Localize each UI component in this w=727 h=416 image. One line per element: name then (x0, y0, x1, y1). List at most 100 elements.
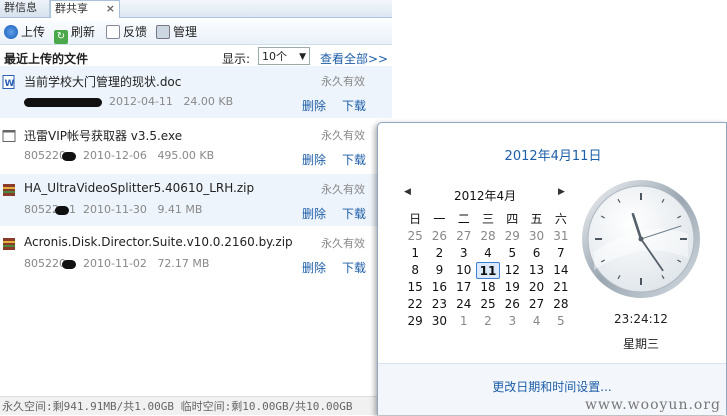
watermark: www.wooyun.org (584, 397, 721, 413)
calendar-day[interactable]: 17 (452, 279, 476, 296)
calendar-day[interactable]: 10 (452, 262, 476, 279)
full-date-link[interactable]: 2012年4月11日 (378, 145, 727, 164)
file-uploader: 80522 (24, 203, 59, 216)
file-status: 永久有效 (321, 129, 365, 142)
file-name[interactable]: 迅雷VIP帐号获取器 v3.5.exe (24, 127, 182, 144)
file-uploader: 805220 (24, 149, 66, 162)
manage-button[interactable]: 管理 (156, 22, 197, 42)
file-date: 2012-04-11 (109, 95, 173, 108)
calendar-day[interactable]: 24 (452, 296, 476, 313)
calendar-week-row: 25 26 27 28 29 30 31 (403, 228, 573, 245)
file-status: 永久有效 (321, 237, 365, 250)
feedback-button[interactable]: 反馈 (106, 22, 147, 42)
calendar-day[interactable]: 5 (549, 313, 573, 330)
calendar-day[interactable]: 2 (476, 313, 500, 330)
calendar-day[interactable]: 30 (427, 313, 451, 330)
calendar-day[interactable]: 27 (452, 228, 476, 245)
calendar-week-row: 8 9 10 11 12 13 14 (403, 262, 573, 279)
redaction-mark (55, 205, 69, 215)
refresh-button[interactable]: ↻ 刷新 (54, 22, 95, 44)
delete-link[interactable]: 删除 (302, 151, 326, 168)
calendar-day[interactable]: 12 (500, 262, 524, 279)
calendar-day[interactable]: 18 (476, 279, 500, 296)
download-link[interactable]: 下载 (342, 97, 366, 114)
file-row[interactable]: W 当前学校大门管理的现状.doc 永久有效 2012-04-11 24.00 … (0, 66, 392, 118)
calendar-day[interactable]: 26 (427, 228, 451, 245)
change-datetime-settings-link[interactable]: 更改日期和时间设置... (378, 378, 726, 395)
calendar-day-today[interactable]: 11 (475, 262, 501, 279)
view-all-link[interactable]: 查看全部>> (320, 50, 388, 67)
file-uploader-suffix: 1 (69, 203, 76, 216)
calendar-day[interactable]: 1 (403, 245, 427, 262)
refresh-icon: ↻ (54, 30, 68, 44)
tab-group-info[interactable]: 群信息 (0, 0, 50, 17)
calendar-day[interactable]: 28 (549, 296, 573, 313)
calendar-week-row: 29 30 1 2 3 4 5 (403, 313, 573, 330)
calendar-day[interactable]: 26 (500, 296, 524, 313)
delete-link[interactable]: 删除 (302, 205, 326, 222)
display-count-select[interactable]: 10个 ▼ (258, 47, 310, 65)
tab-bar: 群信息 群共享 × (0, 0, 392, 18)
file-date: 2010-12-06 (83, 149, 147, 162)
calendar-day[interactable]: 25 (476, 296, 500, 313)
next-month-icon[interactable]: ▶ (558, 187, 565, 197)
calendar-day[interactable]: 29 (403, 313, 427, 330)
calendar-day[interactable]: 19 (500, 279, 524, 296)
delete-link[interactable]: 删除 (302, 259, 326, 276)
close-icon[interactable]: × (106, 1, 115, 17)
calendar-day[interactable]: 29 (500, 228, 524, 245)
month-label[interactable]: 2012年4月 (454, 187, 516, 204)
delete-link[interactable]: 删除 (302, 97, 326, 114)
doc-file-icon: W (2, 75, 15, 89)
analog-clock (582, 180, 700, 298)
file-name[interactable]: HA_UltraVideoSplitter5.40610_LRH.zip (24, 181, 254, 195)
calendar-day[interactable]: 8 (403, 262, 427, 279)
download-link[interactable]: 下载 (342, 151, 366, 168)
file-row[interactable]: HA_UltraVideoSplitter5.40610_LRH.zip 永久有… (0, 174, 392, 226)
calendar-day[interactable]: 9 (427, 262, 451, 279)
calendar-week-row: 1234567 (403, 245, 573, 262)
calendar-day[interactable]: 1 (452, 313, 476, 330)
chevron-down-icon: ▼ (299, 52, 306, 62)
calendar-day[interactable]: 4 (524, 313, 548, 330)
calendar-day[interactable]: 20 (524, 279, 548, 296)
upload-button[interactable]: 上传 (4, 22, 45, 42)
file-name[interactable]: Acronis.Disk.Director.Suite.v10.0.2160.b… (24, 235, 293, 249)
file-row[interactable]: Acronis.Disk.Director.Suite.v10.0.2160.b… (0, 228, 392, 280)
file-row[interactable]: 迅雷VIP帐号获取器 v3.5.exe 永久有效 805220 2010-12-… (0, 120, 392, 172)
calendar-day[interactable]: 6 (524, 245, 548, 262)
calendar-day[interactable]: 27 (524, 296, 548, 313)
calendar-day[interactable]: 16 (427, 279, 451, 296)
section-title: 最近上传的文件 (4, 52, 89, 66)
calendar-day[interactable]: 14 (549, 262, 573, 279)
calendar-day[interactable]: 13 (524, 262, 548, 279)
calendar-day[interactable]: 7 (549, 245, 573, 262)
calendar-day[interactable]: 4 (476, 245, 500, 262)
weekday-label: 五 (530, 212, 543, 226)
toolbar: 上传 ↻ 刷新 反馈 管理 (0, 20, 392, 45)
tab-group-share[interactable]: 群共享 × (50, 0, 120, 18)
calendar-day[interactable]: 3 (500, 313, 524, 330)
calendar-day[interactable]: 25 (403, 228, 427, 245)
calendar-day[interactable]: 3 (452, 245, 476, 262)
calendar-day[interactable]: 28 (476, 228, 500, 245)
weekday-label: 三 (481, 212, 494, 226)
calendar-day[interactable]: 15 (403, 279, 427, 296)
calendar-day[interactable]: 30 (524, 228, 548, 245)
calendar-day[interactable]: 5 (500, 245, 524, 262)
calendar-day[interactable]: 21 (549, 279, 573, 296)
zip-file-icon (3, 238, 15, 250)
calendar-day[interactable]: 2 (427, 245, 451, 262)
file-uploader: 805220 (24, 257, 66, 270)
file-name[interactable]: 当前学校大门管理的现状.doc (24, 73, 181, 90)
redaction-mark (62, 151, 76, 161)
calendar-day[interactable]: 31 (549, 228, 573, 245)
download-link[interactable]: 下载 (342, 205, 366, 222)
download-link[interactable]: 下载 (342, 259, 366, 276)
weekday-label: 四 (506, 212, 519, 226)
calendar-day[interactable]: 23 (427, 296, 451, 313)
calendar-day[interactable]: 22 (403, 296, 427, 313)
clock-center (638, 236, 644, 242)
calendar-popup: 2012年4月11日 ◀ 2012年4月 ▶ 日一二三四五六 25 26 27 28 29… (377, 122, 727, 415)
previous-month-icon[interactable]: ◀ (404, 187, 411, 197)
